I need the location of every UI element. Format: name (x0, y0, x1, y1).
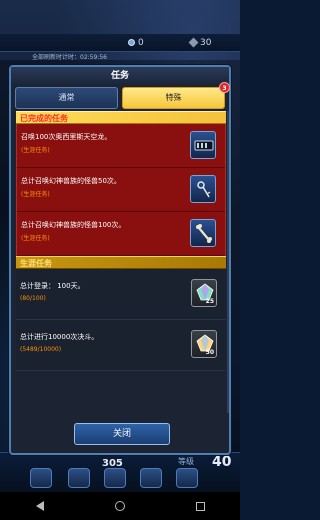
coin-icon (188, 37, 199, 48)
top-status-bar: 0 30 (0, 34, 240, 52)
dialog-title: 任务 (11, 67, 229, 85)
section-completed: 已完成的任务 (16, 111, 226, 124)
task-title: 总计登录： 100天。 (20, 282, 85, 290)
nav-home-icon[interactable] (114, 501, 125, 511)
menu-icon-1[interactable] (30, 468, 52, 488)
duel-icon[interactable] (68, 468, 90, 488)
mission-dialog: 任务 通常 特殊 3 已完成的任务 召唤100次奥西里斯天空龙。 (生涯任务) (9, 65, 231, 455)
bottom-number-right: 40 (212, 454, 232, 470)
menu-icon-4[interactable] (140, 468, 162, 488)
tab-special[interactable]: 特殊 3 (122, 82, 230, 109)
menu-icon-3[interactable] (104, 468, 126, 488)
list-item[interactable]: 召唤100次奥西里斯天空龙。 (生涯任务) (17, 124, 225, 168)
section-career: 生涯任务 (16, 256, 226, 269)
system-nav-bar (0, 492, 240, 520)
nav-recent-icon[interactable] (195, 501, 205, 511)
scrollbar[interactable] (227, 111, 229, 413)
reward-button[interactable] (190, 175, 216, 203)
notification-badge: 3 (219, 82, 230, 93)
tab-bar: 通常 特殊 3 (15, 82, 230, 109)
reward-button[interactable]: 25 (191, 279, 217, 307)
task-title: 召唤100次奥西里斯天空龙。 (21, 133, 112, 141)
task-title: 总计召唤幻神兽族的怪兽100次。 (21, 221, 126, 229)
gem-counter: 0 (128, 38, 144, 48)
tab-normal[interactable]: 通常 (15, 87, 118, 109)
coin-count: 30 (200, 37, 212, 48)
task-subtitle: (生涯任务) (21, 191, 50, 198)
nav-back-icon[interactable] (35, 501, 44, 511)
key-icon (197, 181, 211, 198)
task-title: 总计进行10000次决斗。 (20, 333, 99, 341)
task-subtitle: (生涯任务) (21, 147, 50, 154)
deck-case-icon (194, 140, 214, 151)
reward-button[interactable] (190, 219, 216, 247)
rank-label: 等级 (178, 457, 194, 466)
gem-icon (128, 39, 135, 46)
bone-icon (196, 224, 212, 243)
reward-button[interactable] (190, 131, 216, 159)
close-button[interactable]: 关闭 (74, 423, 170, 445)
career-block: 总计登录： 100天。 (80/100) 25 总计进行10000次决斗。 (5… (16, 269, 226, 371)
task-title: 总计召唤幻神兽族的怪兽50次。 (21, 177, 121, 185)
completed-block: 召唤100次奥西里斯天空龙。 (生涯任务) 总计召唤幻神兽族的怪兽50次。 (生… (16, 124, 226, 256)
reward-qty: 50 (205, 349, 214, 356)
list-item[interactable]: 总计登录： 100天。 (80/100) 25 (16, 269, 226, 320)
list-item[interactable]: 总计进行10000次决斗。 (5489/10000) 50 (16, 320, 226, 371)
list-item[interactable]: 总计召唤幻神兽族的怪兽50次。 (生涯任务) (17, 168, 225, 212)
task-subtitle: (生涯任务) (21, 235, 50, 242)
coin-counter: 30 (188, 37, 212, 48)
list-item[interactable]: 总计召唤幻神兽族的怪兽100次。 (生涯任务) (17, 212, 225, 256)
menu-icon-5[interactable] (176, 468, 198, 488)
mission-list[interactable]: 已完成的任务 召唤100次奥西里斯天空龙。 (生涯任务) 总计召唤幻神兽族的怪兽… (16, 111, 226, 413)
gem-count: 0 (138, 37, 144, 48)
reward-button[interactable]: 50 (191, 330, 217, 358)
task-progress: (5489/10000) (20, 346, 62, 353)
tab-special-label: 特殊 (165, 93, 182, 102)
task-progress: (80/100) (20, 295, 46, 302)
reward-qty: 25 (205, 298, 214, 305)
